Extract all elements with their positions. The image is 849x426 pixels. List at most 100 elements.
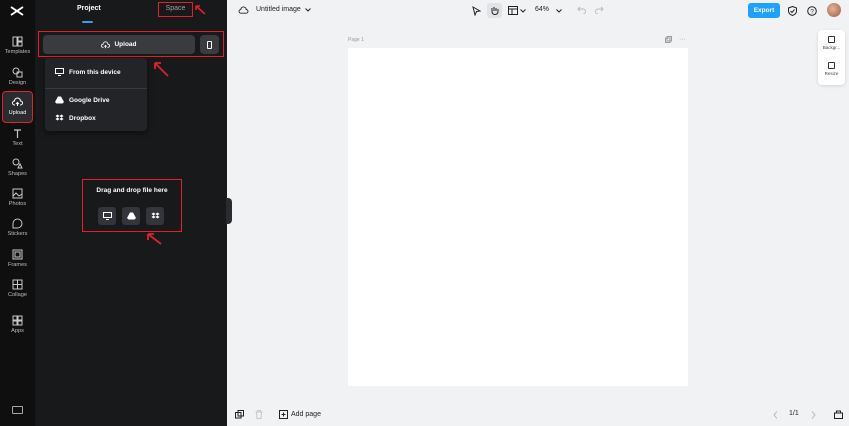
annotation-arrow-icon [195,5,206,15]
menu-divider [45,88,147,89]
drop-from-device-button[interactable] [98,207,116,225]
background-tool[interactable]: Backgr... [818,36,845,50]
menu-item-label: From this device [69,68,121,76]
shield-icon[interactable] [788,6,797,16]
menu-item-from-device[interactable]: From this device [55,68,121,76]
rail-item-frames[interactable]: Frames [0,249,35,279]
rail-item-label: Frames [8,262,27,268]
bottom-toolbar: Add page 1/1 [227,404,849,426]
templates-icon [12,36,23,47]
rail-item-label: Upload [8,110,27,116]
rail-item-upload[interactable]: Upload [2,91,33,123]
select-pointer-icon[interactable] [472,6,481,16]
rail-item-collage[interactable]: Collage [0,279,35,309]
redo-icon[interactable] [595,6,604,14]
document-title[interactable]: Untitled image [256,6,311,13]
rail-item-label: Text [12,141,23,147]
help-icon[interactable]: ? [807,6,817,16]
add-page-icon [279,410,288,419]
monitor-icon [55,68,64,76]
tab-project[interactable]: Project [77,5,101,12]
dropbox-icon [151,212,159,219]
rail-item-stickers[interactable]: Stickers [0,218,35,248]
resize-icon [828,62,835,69]
rail-item-label: Design [8,80,27,86]
design-canvas-page[interactable] [348,48,688,386]
phone-icon [207,40,212,49]
page-manager-icon[interactable] [834,410,843,419]
rail-item-shapes[interactable]: Shapes [0,158,35,188]
menu-item-dropbox[interactable]: Dropbox [55,114,96,122]
layout-icon[interactable] [508,6,518,15]
rail-item-label: Templates [4,49,31,55]
drop-dropbox-button[interactable] [146,207,164,225]
rail-item-apps[interactable]: Apps [0,315,35,345]
text-icon [14,129,21,138]
right-tools-panel: Backgr... Resize [818,30,845,85]
rail-item-label: Stickers [7,231,28,237]
capcut-logo-icon[interactable] [9,5,25,19]
upload-from-phone-button[interactable] [200,35,219,54]
drop-source-icons [98,207,164,225]
annotation-arrow-icon [154,62,169,77]
google-drive-icon [55,96,64,104]
trash-icon[interactable] [255,410,263,419]
rail-item-text[interactable]: Text [0,128,35,158]
menu-item-label: Google Drive [69,96,110,104]
background-icon [828,36,835,43]
chevron-down-icon [304,7,311,12]
keyboard-shortcuts-icon[interactable] [12,406,23,414]
page-label: Page 1 [348,37,364,43]
resize-tool-label: Resize [824,71,839,76]
menu-item-google-drive[interactable]: Google Drive [55,96,109,104]
duplicate-page-icon[interactable] [665,36,672,43]
shapes-icon [12,158,23,169]
previous-page-icon[interactable] [773,411,778,419]
dropbox-icon [55,114,64,121]
drag-drop-zone[interactable]: Drag and drop file here [82,179,182,232]
rail-item-label: Collage [8,292,27,298]
layers-icon[interactable] [235,410,244,419]
hand-icon [491,7,499,15]
upload-cloud-icon [12,97,23,106]
upload-cloud-icon [101,40,111,48]
apps-icon [12,315,23,326]
left-rail: Templates Design Upload Text Shapes Phot… [0,0,35,426]
google-drive-icon [126,212,136,220]
cloud-save-icon[interactable] [238,6,249,15]
collage-icon [12,279,23,290]
hand-tool-button[interactable] [487,3,502,18]
add-page-button[interactable]: Add page [279,410,321,419]
photos-icon [12,188,23,199]
design-icon [12,67,23,78]
rail-item-templates[interactable]: Templates [0,36,35,66]
tab-active-indicator [82,21,93,23]
top-toolbar: Untitled image 64% Export ? [227,0,849,22]
upload-button-label: Upload [114,41,137,48]
annotation-arrow-icon [147,233,162,245]
svg-text:?: ? [810,9,814,16]
panel-collapse-handle[interactable] [226,198,232,224]
page-more-icon[interactable]: ··· [679,36,686,43]
zoom-level[interactable]: 64% [535,6,549,13]
menu-item-label: Dropbox [69,114,96,122]
export-button[interactable]: Export [748,3,780,18]
upload-source-menu: From this device Google Drive Dropbox [45,58,147,131]
chevron-down-icon[interactable] [520,9,526,13]
upload-panel: Project Space Upload From this device Go… [35,0,227,426]
upload-button[interactable]: Upload [43,35,195,54]
chevron-down-icon[interactable] [556,9,562,13]
drop-google-drive-button[interactable] [122,207,140,225]
user-avatar[interactable] [827,3,841,17]
resize-tool[interactable]: Resize [818,62,845,76]
next-page-icon[interactable] [811,411,816,419]
tab-space[interactable]: Space [158,2,193,17]
undo-icon[interactable] [577,6,586,14]
drag-drop-text: Drag and drop file here [96,187,168,194]
monitor-icon [102,212,112,220]
stickers-icon [12,218,23,229]
page-counter: 1/1 [789,410,799,417]
frames-icon [12,249,23,260]
rail-item-photos[interactable]: Photos [0,188,35,218]
add-page-label: Add page [291,411,321,418]
